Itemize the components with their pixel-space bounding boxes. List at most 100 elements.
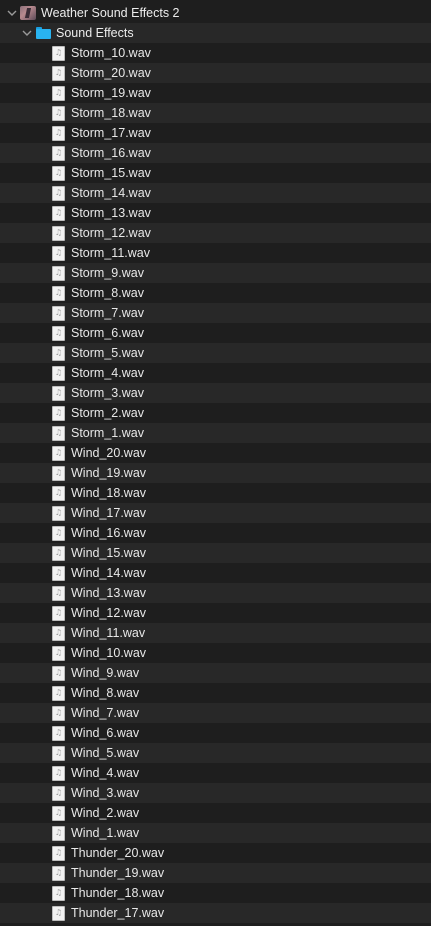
file-row[interactable]: ♫ Wind_7.wav [0, 703, 431, 723]
file-tree: Weather Sound Effects 2 Sound Effects ♫ S… [0, 3, 431, 923]
file-label: Storm_5.wav [71, 346, 144, 360]
audio-file-icon: ♫ [52, 345, 65, 361]
audio-file-icon: ♫ [52, 865, 65, 881]
file-label: Storm_14.wav [71, 186, 151, 200]
file-row[interactable]: ♫ Storm_13.wav [0, 203, 431, 223]
file-row[interactable]: ♫ Storm_17.wav [0, 123, 431, 143]
audio-file-icon: ♫ [52, 245, 65, 261]
file-label: Storm_19.wav [71, 86, 151, 100]
file-row[interactable]: ♫ Wind_19.wav [0, 463, 431, 483]
file-row[interactable]: ♫ Wind_16.wav [0, 523, 431, 543]
file-label: Wind_15.wav [71, 546, 147, 560]
file-row[interactable]: ♫ Wind_8.wav [0, 683, 431, 703]
file-label: Wind_18.wav [71, 486, 147, 500]
file-row[interactable]: ♫ Storm_20.wav [0, 63, 431, 83]
file-row[interactable]: ♫ Storm_2.wav [0, 403, 431, 423]
file-label: Thunder_18.wav [71, 886, 165, 900]
audio-file-icon: ♫ [52, 225, 65, 241]
audio-file-icon: ♫ [52, 365, 65, 381]
audio-file-icon: ♫ [52, 385, 65, 401]
tree-root-row[interactable]: Weather Sound Effects 2 [0, 3, 431, 23]
audio-file-icon: ♫ [52, 465, 65, 481]
file-label: Wind_6.wav [71, 726, 140, 740]
file-row[interactable]: ♫ Storm_9.wav [0, 263, 431, 283]
audio-file-icon: ♫ [52, 665, 65, 681]
audio-file-icon: ♫ [52, 65, 65, 81]
file-label: Wind_1.wav [71, 826, 140, 840]
file-row[interactable]: ♫ Wind_17.wav [0, 503, 431, 523]
file-label: Thunder_20.wav [71, 846, 165, 860]
file-label: Storm_3.wav [71, 386, 144, 400]
file-row[interactable]: ♫ Storm_8.wav [0, 283, 431, 303]
file-row[interactable]: ♫ Wind_18.wav [0, 483, 431, 503]
audio-file-icon: ♫ [52, 845, 65, 861]
file-row[interactable]: ♫ Storm_15.wav [0, 163, 431, 183]
file-list: ♫ Storm_10.wav ♫ Storm_20.wav ♫ Storm_19.wav ♫… [0, 43, 431, 923]
file-row[interactable]: ♫ Wind_15.wav [0, 543, 431, 563]
file-row[interactable]: ♫ Wind_3.wav [0, 783, 431, 803]
audio-file-icon: ♫ [52, 625, 65, 641]
file-row[interactable]: ♫ Storm_7.wav [0, 303, 431, 323]
file-row[interactable]: ♫ Wind_20.wav [0, 443, 431, 463]
file-row[interactable]: ♫ Storm_11.wav [0, 243, 431, 263]
audio-file-icon: ♫ [52, 425, 65, 441]
audio-file-icon: ♫ [52, 525, 65, 541]
file-row[interactable]: ♫ Storm_10.wav [0, 43, 431, 63]
file-label: Storm_20.wav [71, 66, 151, 80]
file-row[interactable]: ♫ Thunder_17.wav [0, 903, 431, 923]
file-label: Wind_11.wav [71, 626, 146, 640]
audio-file-icon: ♫ [52, 485, 65, 501]
audio-file-icon: ♫ [52, 285, 65, 301]
file-row[interactable]: ♫ Wind_10.wav [0, 643, 431, 663]
audio-file-icon: ♫ [52, 825, 65, 841]
audio-file-icon: ♫ [52, 765, 65, 781]
file-row[interactable]: ♫ Storm_18.wav [0, 103, 431, 123]
audio-file-icon: ♫ [52, 565, 65, 581]
chevron-down-icon[interactable] [20, 26, 34, 40]
file-row[interactable]: ♫ Thunder_18.wav [0, 883, 431, 903]
audio-file-icon: ♫ [52, 725, 65, 741]
file-row[interactable]: ♫ Storm_6.wav [0, 323, 431, 343]
file-row[interactable]: ♫ Wind_5.wav [0, 743, 431, 763]
audio-file-icon: ♫ [52, 685, 65, 701]
file-row[interactable]: ♫ Storm_5.wav [0, 343, 431, 363]
chevron-down-icon[interactable] [5, 6, 19, 20]
tree-folder-label: Sound Effects [56, 26, 134, 40]
file-row[interactable]: ♫ Storm_3.wav [0, 383, 431, 403]
file-row[interactable]: ♫ Storm_16.wav [0, 143, 431, 163]
file-row[interactable]: ♫ Storm_19.wav [0, 83, 431, 103]
file-row[interactable]: ♫ Wind_11.wav [0, 623, 431, 643]
folder-icon [36, 27, 51, 39]
file-row[interactable]: ♫ Thunder_19.wav [0, 863, 431, 883]
file-row[interactable]: ♫ Wind_1.wav [0, 823, 431, 843]
file-row[interactable]: ♫ Storm_1.wav [0, 423, 431, 443]
audio-file-icon: ♫ [52, 45, 65, 61]
file-row[interactable]: ♫ Wind_2.wav [0, 803, 431, 823]
file-label: Storm_4.wav [71, 366, 144, 380]
file-label: Storm_13.wav [71, 206, 151, 220]
audio-file-icon: ♫ [52, 85, 65, 101]
file-row[interactable]: ♫ Storm_4.wav [0, 363, 431, 383]
file-row[interactable]: ♫ Wind_14.wav [0, 563, 431, 583]
audio-file-icon: ♫ [52, 305, 65, 321]
file-row[interactable]: ♫ Storm_14.wav [0, 183, 431, 203]
audio-file-icon: ♫ [52, 125, 65, 141]
file-label: Wind_20.wav [71, 446, 147, 460]
file-label: Storm_9.wav [71, 266, 144, 280]
file-row[interactable]: ♫ Thunder_20.wav [0, 843, 431, 863]
file-row[interactable]: ♫ Wind_12.wav [0, 603, 431, 623]
file-row[interactable]: ♫ Storm_12.wav [0, 223, 431, 243]
project-thumbnail-icon [20, 6, 36, 20]
file-label: Thunder_19.wav [71, 866, 165, 880]
file-row[interactable]: ♫ Wind_9.wav [0, 663, 431, 683]
file-row[interactable]: ♫ Wind_4.wav [0, 763, 431, 783]
audio-file-icon: ♫ [52, 585, 65, 601]
file-label: Wind_4.wav [71, 766, 140, 780]
file-row[interactable]: ♫ Wind_13.wav [0, 583, 431, 603]
audio-file-icon: ♫ [52, 405, 65, 421]
audio-file-icon: ♫ [52, 105, 65, 121]
file-label: Wind_7.wav [71, 706, 140, 720]
file-label: Storm_10.wav [71, 46, 151, 60]
tree-folder-row[interactable]: Sound Effects [0, 23, 431, 43]
file-row[interactable]: ♫ Wind_6.wav [0, 723, 431, 743]
